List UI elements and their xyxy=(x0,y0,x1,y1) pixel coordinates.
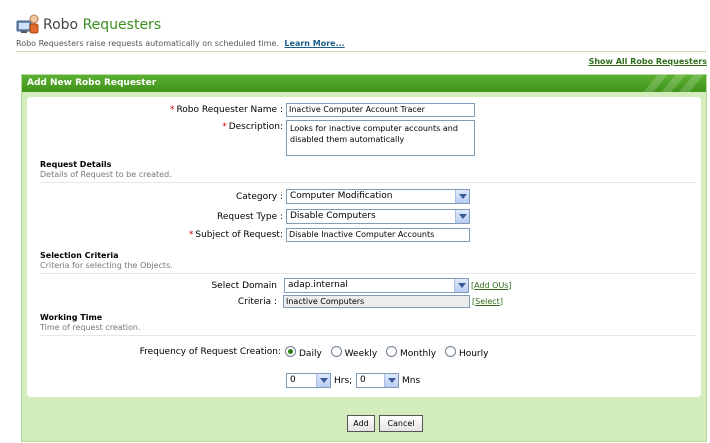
radio-monthly[interactable]: Monthly xyxy=(386,346,436,359)
frequency-label: Frequency of Request Creation: xyxy=(139,347,281,357)
show-all-link[interactable]: Show All Robo Requesters xyxy=(589,57,707,66)
panel-header: Add New Robo Requester xyxy=(22,75,706,92)
section-title-selection-criteria: Selection Criteria xyxy=(40,251,119,260)
request-type-select[interactable]: Disable Computers xyxy=(286,209,470,224)
add-button[interactable]: Add xyxy=(347,415,375,432)
radio-button-selected[interactable] xyxy=(285,346,296,357)
description-textarea[interactable]: Looks for inactive computer accounts and… xyxy=(286,120,475,156)
minutes-label: Mns xyxy=(402,376,421,386)
domain-select[interactable]: adap.internal xyxy=(284,278,469,293)
learn-more-link[interactable]: Learn More... xyxy=(284,39,344,48)
radio-button[interactable] xyxy=(444,346,456,357)
category-select[interactable]: Computer Modification xyxy=(286,189,470,204)
chevron-down-icon xyxy=(455,190,469,203)
request-type-label: Request Type : xyxy=(217,212,283,222)
section-desc-selection-criteria: Criteria for selecting the Objects. xyxy=(40,261,173,270)
section-title-working-time: Working Time xyxy=(40,313,103,322)
radio-button[interactable] xyxy=(386,346,398,357)
category-label: Category : xyxy=(235,192,283,202)
page-header: Robo Requesters Robo Requesters raise re… xyxy=(0,0,710,52)
chevron-down-icon xyxy=(316,374,330,387)
frequency-radio-group: Daily Weekly Monthly Hourly xyxy=(285,346,494,359)
add-ous-link[interactable]: [Add OUs] xyxy=(471,281,512,290)
section-divider xyxy=(40,273,695,274)
robot-computer-icon xyxy=(16,14,39,34)
app-subtitle: Robo Requesters raise requests automatic… xyxy=(16,39,345,48)
section-desc-working-time: Time of request creation. xyxy=(40,323,141,332)
section-desc-request-details: Details of Request to be created. xyxy=(40,170,172,179)
radio-button[interactable] xyxy=(330,346,342,357)
header-divider xyxy=(16,51,706,52)
domain-label: Select Domain xyxy=(211,281,277,291)
name-input[interactable]: Inactive Computer Account Tracer xyxy=(286,103,475,117)
chevron-down-icon xyxy=(455,210,469,223)
panel-title: Add New Robo Requester xyxy=(27,78,157,88)
criteria-label: Criteria : xyxy=(237,297,277,307)
cancel-button[interactable]: Cancel xyxy=(379,415,423,432)
description-label: * Description: xyxy=(222,122,283,132)
name-label: * Robo Requester Name : xyxy=(169,105,283,115)
radio-hourly[interactable]: Hourly xyxy=(444,346,488,359)
select-criteria-link[interactable]: [Select] xyxy=(472,297,503,306)
minutes-select[interactable]: 0 xyxy=(356,373,399,388)
hours-select[interactable]: 0 xyxy=(286,373,331,388)
section-divider xyxy=(40,335,695,336)
app-title: Robo Requesters xyxy=(43,17,162,33)
criteria-input: Inactive Computers xyxy=(283,295,470,308)
subject-input[interactable]: Disable Inactive Computer Accounts xyxy=(286,228,470,242)
chevron-down-icon xyxy=(454,279,468,292)
radio-weekly[interactable]: Weekly xyxy=(330,346,377,359)
form-area: * Robo Requester Name : Inactive Computer… xyxy=(27,97,701,397)
radio-daily[interactable]: Daily xyxy=(285,346,322,359)
hours-label: Hrs; xyxy=(334,376,353,386)
section-title-request-details: Request Details xyxy=(40,160,112,169)
chevron-down-icon xyxy=(384,374,398,387)
subject-label: * Subject of Request: xyxy=(188,230,283,240)
add-robo-requester-panel: Add New Robo Requester * Robo Requester N… xyxy=(21,74,707,442)
section-divider xyxy=(40,182,695,183)
